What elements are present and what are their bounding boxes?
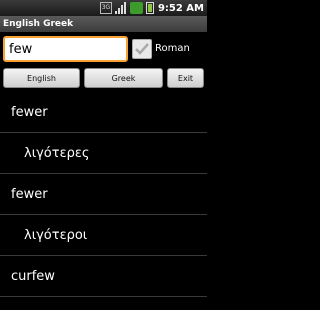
english-button[interactable]: English: [3, 68, 80, 88]
list-item[interactable]: fewer: [0, 92, 207, 133]
clock-time: 9:52 AM: [157, 2, 204, 14]
search-row: Roman: [0, 34, 207, 64]
list-item[interactable]: fewer: [0, 174, 207, 215]
search-input[interactable]: [3, 36, 128, 62]
exit-button[interactable]: Exit: [167, 68, 204, 88]
battery-icon: [145, 2, 154, 14]
roman-checkbox[interactable]: [132, 39, 152, 59]
status-bar: 3G 9:52 AM: [0, 0, 207, 16]
greek-button[interactable]: Greek: [84, 68, 163, 88]
roman-label: Roman: [155, 43, 190, 54]
list-item[interactable]: λιγότερες: [0, 133, 207, 174]
results-list: fewer λιγότερες fewer λιγότεροι curfew: [0, 92, 207, 297]
network-3g-icon: 3G: [99, 2, 112, 14]
app-title: English Greek: [0, 16, 207, 32]
checkmark-icon: [135, 43, 149, 55]
signal-strength-icon: [115, 2, 127, 14]
list-item[interactable]: λιγότεροι: [0, 215, 207, 256]
android-notification-icon: [129, 2, 143, 14]
button-row: English Greek Exit: [0, 67, 207, 89]
list-item[interactable]: curfew: [0, 256, 207, 297]
